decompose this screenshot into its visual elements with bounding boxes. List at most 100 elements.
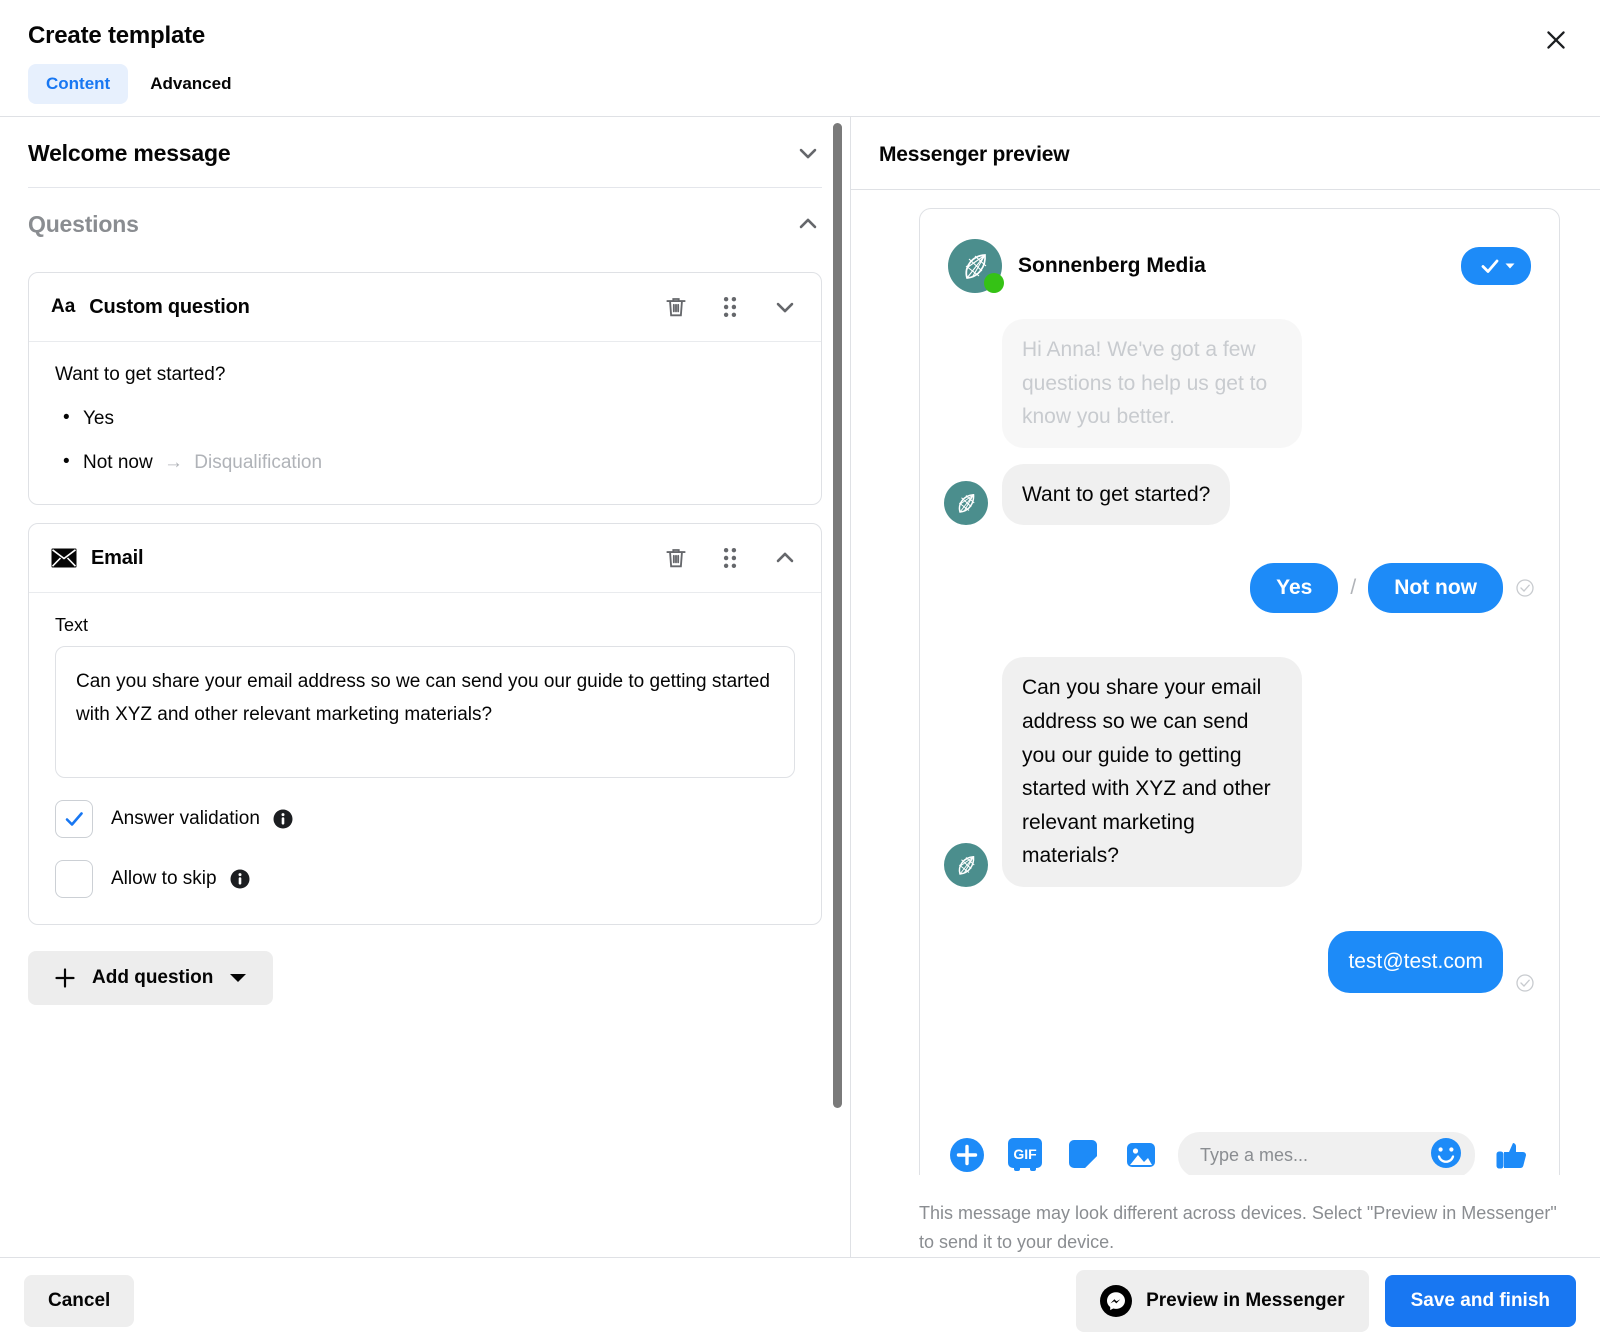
question-card-body: Text Can you share your email address so…: [29, 593, 821, 924]
question-card-body: Want to get started? Yes Not now → Disqu…: [29, 342, 821, 504]
chat-header: Sonnenberg Media: [944, 231, 1535, 293]
option-label: Not now: [83, 452, 153, 473]
preview-header: Messenger preview: [851, 117, 1600, 190]
thumbs-up-icon[interactable]: [1491, 1134, 1533, 1175]
trash-icon[interactable]: [663, 545, 689, 571]
checkbox-row-allow-skip[interactable]: Allow to skip: [55, 860, 795, 898]
question-option: Not now → Disqualification: [63, 451, 795, 474]
close-icon: [1547, 31, 1565, 49]
check-badge-icon: [1481, 259, 1498, 273]
modal-footer: Cancel Preview in Messenger Save and fin…: [0, 1257, 1600, 1343]
modal-header: Create template Content Advanced: [0, 0, 1600, 116]
add-question-label: Add question: [92, 967, 214, 988]
chat-messages: Hi Anna! We've got a few questions to he…: [944, 293, 1535, 1124]
question-card-title: Custom question: [89, 295, 250, 318]
delivered-check-icon: [1515, 973, 1535, 993]
drag-handle-icon[interactable]: [719, 294, 741, 320]
email-text-input[interactable]: Can you share your email address so we c…: [55, 646, 795, 778]
quick-reply-row: Yes / Not now: [944, 563, 1535, 614]
cancel-button[interactable]: Cancel: [24, 1274, 135, 1327]
question-card-actions: [663, 293, 799, 321]
text-type-icon: Aa: [51, 296, 76, 317]
emoji-smile-icon[interactable]: [1427, 1134, 1465, 1176]
scrollbar-thumb[interactable]: [833, 123, 842, 1108]
drag-handle-icon[interactable]: [719, 545, 741, 571]
question-message-bubble: Want to get started?: [1002, 463, 1231, 526]
preview-in-messenger-label: Preview in Messenger: [1146, 1289, 1345, 1311]
close-button[interactable]: [1534, 18, 1578, 62]
question-prompt: Want to get started?: [55, 364, 226, 385]
messenger-phone-card: Sonnenberg Media Hi Anna! We've got a fe…: [919, 208, 1560, 1176]
checkbox-row-answer-validation[interactable]: Answer validation: [55, 800, 795, 838]
modal-body: Welcome message Questions Aa Custom ques…: [0, 116, 1600, 1257]
collapse-chevron-up-icon[interactable]: [771, 544, 799, 572]
quick-reply-not-now[interactable]: Not now: [1368, 563, 1503, 614]
svg-text:GIF: GIF: [1013, 1146, 1037, 1162]
content-scroll-area: Welcome message Questions Aa Custom ques…: [0, 117, 850, 1257]
section-title-welcome: Welcome message: [28, 139, 231, 166]
message-row: Can you share your email address so we c…: [944, 657, 1535, 887]
collapse-chevron-down-icon[interactable]: [771, 293, 799, 321]
envelope-icon: [51, 548, 77, 568]
leaf-logo-icon: [944, 481, 988, 526]
tab-bar: Content Advanced: [28, 64, 1572, 116]
check-icon: [65, 812, 83, 826]
delivered-check-icon: [1515, 578, 1535, 598]
trash-icon[interactable]: [663, 294, 689, 320]
section-welcome-message[interactable]: Welcome message: [28, 117, 822, 188]
message-row: Want to get started?: [944, 463, 1535, 526]
question-option: Yes: [63, 407, 795, 430]
add-question-button[interactable]: Add question: [28, 951, 274, 1005]
email-question-bubble: Can you share your email address so we c…: [1002, 657, 1302, 887]
tab-content[interactable]: Content: [28, 64, 129, 104]
tab-advanced[interactable]: Advanced: [132, 64, 249, 104]
content-scrollbar[interactable]: [830, 117, 844, 1257]
arrow-right-icon: →: [163, 452, 183, 473]
section-title-questions: Questions: [28, 210, 139, 237]
message-input[interactable]: Type a mes...: [1178, 1132, 1475, 1176]
question-card-actions: [663, 544, 799, 572]
chevron-down-icon[interactable]: [794, 139, 822, 167]
save-and-finish-button[interactable]: Save and finish: [1384, 1274, 1576, 1327]
section-questions[interactable]: Questions: [28, 188, 822, 258]
quick-reply-yes[interactable]: Yes: [1250, 563, 1339, 614]
image-icon[interactable]: [1120, 1134, 1162, 1175]
message-row: Hi Anna! We've got a few questions to he…: [944, 319, 1535, 448]
question-card-header[interactable]: Email: [29, 524, 821, 593]
info-icon[interactable]: [229, 868, 251, 890]
content-pane: Welcome message Questions Aa Custom ques…: [0, 117, 851, 1257]
option-target: Disqualification: [194, 452, 323, 473]
allow-to-skip-checkbox[interactable]: [55, 860, 93, 898]
question-card-custom: Aa Custom question Want to get started? …: [28, 272, 822, 505]
question-card-title: Email: [91, 546, 144, 569]
footer-actions: Preview in Messenger Save and finish: [1076, 1269, 1576, 1332]
online-status-dot: [984, 273, 1004, 293]
info-icon[interactable]: [272, 808, 294, 830]
preview-pane: Messenger preview Sonnenberg Media Hi An…: [851, 117, 1600, 1257]
plus-circle-icon[interactable]: [946, 1134, 988, 1175]
chat-profile-name: Sonnenberg Media: [1018, 254, 1206, 277]
gif-icon[interactable]: GIF: [1004, 1134, 1046, 1175]
preview-disclaimer: This message may look different across d…: [919, 1203, 1557, 1253]
question-card-header[interactable]: Aa Custom question: [29, 273, 821, 342]
answer-validation-checkbox[interactable]: [55, 800, 93, 838]
preview-in-messenger-button[interactable]: Preview in Messenger: [1076, 1269, 1369, 1332]
sticker-icon[interactable]: [1062, 1134, 1104, 1175]
leaf-logo-icon: [944, 842, 988, 887]
preview-content: Sonnenberg Media Hi Anna! We've got a fe…: [851, 190, 1600, 1176]
preview-title: Messenger preview: [879, 143, 1070, 166]
user-reply-bubble: test@test.com: [1328, 930, 1503, 993]
verified-badge[interactable]: [1461, 247, 1531, 285]
avatar: [948, 239, 1004, 293]
chevron-up-icon[interactable]: [794, 210, 822, 238]
answer-validation-label: Answer validation: [111, 808, 260, 829]
question-card-email: Email Text Can you share your email addr…: [28, 523, 822, 925]
caret-down-icon: [1505, 263, 1514, 269]
page-title: Create template: [28, 22, 206, 49]
message-input-placeholder: Type a mes...: [1200, 1144, 1309, 1165]
text-field-label: Text: [55, 615, 89, 635]
caret-down-icon: [230, 974, 247, 982]
allow-to-skip-label: Allow to skip: [111, 868, 217, 889]
create-template-modal: Create template Content Advanced Welcome…: [0, 0, 1600, 1343]
quick-reply-separator: /: [1350, 576, 1357, 600]
